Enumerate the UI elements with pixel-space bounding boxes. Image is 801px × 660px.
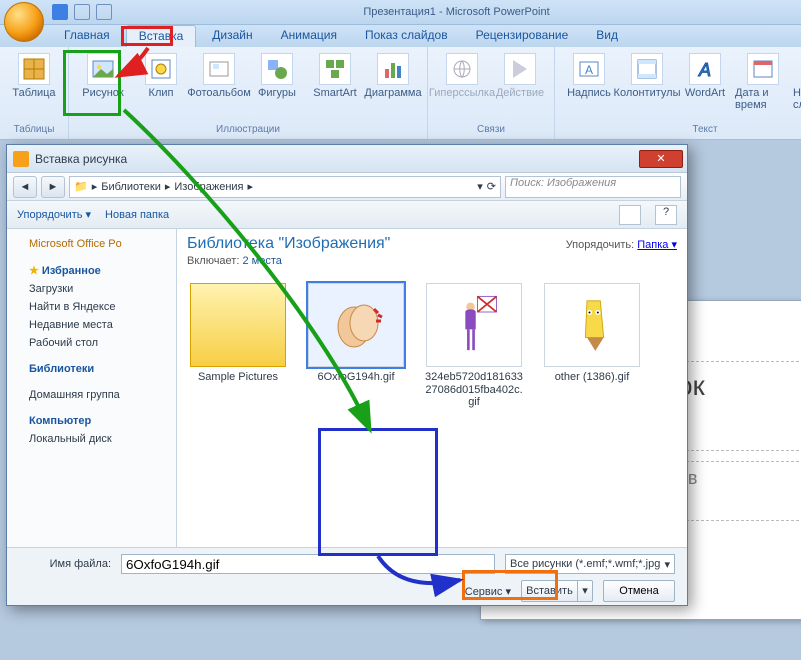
filename-input[interactable] [121, 554, 495, 574]
office-button[interactable] [4, 2, 44, 42]
table-button[interactable]: Таблица [6, 49, 62, 99]
sidebar-downloads[interactable]: Загрузки [11, 280, 172, 298]
tab-home[interactable]: Главная [52, 25, 122, 47]
app-titlebar: Презентация1 - Microsoft PowerPoint [0, 0, 801, 25]
shapes-icon [261, 53, 293, 85]
sidebar-homegroup[interactable]: Домашняя группа [11, 386, 172, 404]
ribbon: Таблица Таблицы Рисунок Клип Фотоальбом … [0, 47, 801, 140]
chart-button[interactable]: Диаграмма [365, 49, 421, 99]
sidebar-recent[interactable]: Недавние места [11, 316, 172, 334]
dialog-footer: Имя файла: Все рисунки (*.emf;*.wmf;*.jp… [7, 547, 687, 603]
chevron-down-icon[interactable]: ▾ [578, 581, 592, 601]
sort-dropdown[interactable]: Папка ▾ [637, 239, 677, 251]
window-title: Презентация1 - Microsoft PowerPoint [112, 6, 801, 18]
shapes-button[interactable]: Фигуры [249, 49, 305, 99]
sidebar-yandex[interactable]: Найти в Яндексе [11, 298, 172, 316]
tab-review[interactable]: Рецензирование [464, 25, 581, 47]
folder-icon [190, 283, 286, 367]
tab-design[interactable]: Дизайн [200, 25, 264, 47]
sidebar-favorites-header[interactable]: Избранное [11, 261, 172, 280]
dialog-nav: ◄ ► 📁 ▸ Библиотеки ▸ Изображения ▸ ▾ ⟳ П… [7, 173, 687, 201]
smartart-icon [319, 53, 351, 85]
organize-button[interactable]: Упорядочить ▾ [17, 208, 91, 221]
chevron-down-icon[interactable]: ▾ [477, 180, 483, 193]
headerfooter-icon [631, 53, 663, 85]
textbox-icon: A [573, 53, 605, 85]
dialog-toolbar: Упорядочить ▾ Новая папка ? [7, 201, 687, 229]
forward-button[interactable]: ► [41, 176, 65, 198]
redo-icon[interactable] [96, 4, 112, 20]
search-input[interactable]: Поиск: Изображения [505, 176, 681, 198]
wordart-button[interactable]: A WordArt [677, 49, 733, 99]
sidebar-desktop[interactable]: Рабочий стол [11, 334, 172, 352]
file-item[interactable]: 324eb5720d18163327086d015fba402c.gif [423, 283, 525, 409]
file-selected[interactable]: 6OxfoG194h.gif [305, 283, 407, 409]
cancel-button[interactable]: Отмена [603, 580, 675, 602]
group-text: A Надпись Колонтитулы A WordArt Дата и в… [555, 47, 801, 139]
newfolder-button[interactable]: Новая папка [105, 209, 169, 221]
hyperlink-button: Гиперссылка [434, 49, 490, 99]
textbox-button[interactable]: A Надпись [561, 49, 617, 99]
smartart-button[interactable]: SmartArt [307, 49, 363, 99]
picture-icon [87, 53, 119, 85]
sidebar-computer-header[interactable]: Компьютер [11, 412, 172, 430]
image-thumb [544, 283, 640, 367]
group-tables: Таблица Таблицы [0, 47, 69, 139]
table-icon [18, 53, 50, 85]
action-button: Действие [492, 49, 548, 99]
dialog-sidebar: Microsoft Office Po Избранное Загрузки Н… [7, 229, 177, 547]
includes-link[interactable]: 2 места [242, 255, 281, 267]
ribbon-tabs: Главная Вставка Дизайн Анимация Показ сл… [0, 25, 801, 47]
svg-text:A: A [585, 63, 593, 77]
chart-icon [377, 53, 409, 85]
tab-insert[interactable]: Вставка [126, 25, 197, 47]
clip-icon [145, 53, 177, 85]
dialog-titlebar[interactable]: Вставка рисунка ✕ [7, 145, 687, 173]
save-icon[interactable] [52, 4, 68, 20]
library-heading: Библиотека "Изображения" [187, 235, 390, 253]
dialog-title: Вставка рисунка [35, 152, 127, 166]
photoalbum-icon [203, 53, 235, 85]
tab-view[interactable]: Вид [584, 25, 630, 47]
sidebar-libraries-header[interactable]: Библиотеки [11, 360, 172, 378]
file-item[interactable]: other (1386).gif [541, 283, 643, 409]
slidenumber-button[interactable]: # Номер слайда [793, 49, 801, 111]
help-button[interactable]: ? [655, 205, 677, 225]
filename-label: Имя файла: [19, 558, 111, 570]
back-button[interactable]: ◄ [13, 176, 37, 198]
insert-picture-dialog: Вставка рисунка ✕ ◄ ► 📁 ▸ Библиотеки ▸ И… [6, 144, 688, 606]
refresh-icon[interactable]: ⟳ [487, 180, 496, 193]
wordart-icon: A [689, 53, 721, 85]
tools-dropdown[interactable]: Сервис ▾ [465, 585, 511, 598]
image-thumb [308, 283, 404, 367]
datetime-button[interactable]: Дата и время [735, 49, 791, 111]
image-thumb [426, 283, 522, 367]
clip-button[interactable]: Клип [133, 49, 189, 99]
insert-button[interactable]: Вставить ▾ [521, 580, 593, 602]
breadcrumb[interactable]: 📁 ▸ Библиотеки ▸ Изображения ▸ ▾ ⟳ [69, 176, 501, 198]
folder-icon: 📁 [74, 180, 88, 193]
group-illustrations: Рисунок Клип Фотоальбом Фигуры SmartArt … [69, 47, 428, 139]
picture-button[interactable]: Рисунок [75, 49, 131, 99]
action-icon [504, 53, 536, 85]
quick-access-toolbar [52, 4, 112, 20]
tab-slideshow[interactable]: Показ слайдов [353, 25, 460, 47]
photoalbum-button[interactable]: Фотоальбом [191, 49, 247, 99]
svg-text:A: A [698, 60, 711, 80]
sidebar-localdisk[interactable]: Локальный диск [11, 430, 172, 448]
undo-icon[interactable] [74, 4, 90, 20]
filetype-filter[interactable]: Все рисунки (*.emf;*.wmf;*.jpg▾ [505, 554, 675, 574]
dialog-icon [13, 151, 29, 167]
close-button[interactable]: ✕ [639, 150, 683, 168]
file-view: Библиотека "Изображения" Упорядочить: Па… [177, 229, 687, 547]
datetime-icon [747, 53, 779, 85]
sidebar-office[interactable]: Microsoft Office Po [11, 235, 172, 253]
group-links: Гиперссылка Действие Связи [428, 47, 555, 139]
headerfooter-button[interactable]: Колонтитулы [619, 49, 675, 99]
tab-animation[interactable]: Анимация [269, 25, 349, 47]
file-folder[interactable]: Sample Pictures [187, 283, 289, 409]
view-button[interactable] [619, 205, 641, 225]
hyperlink-icon [446, 53, 478, 85]
